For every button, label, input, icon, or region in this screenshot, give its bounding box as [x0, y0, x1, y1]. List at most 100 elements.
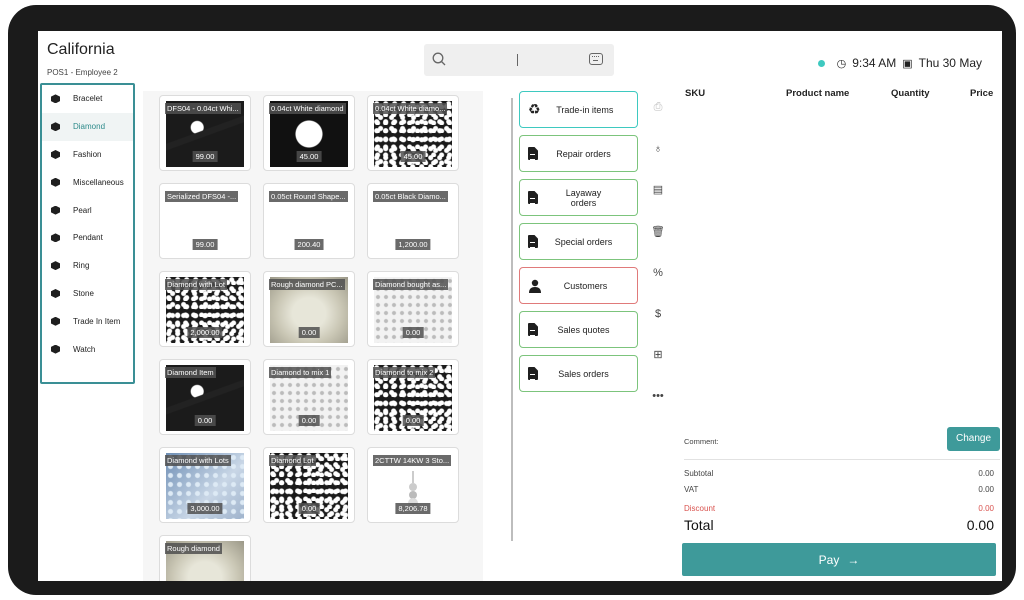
- product-price: 0.00: [298, 327, 320, 338]
- product-name: 0.05ct Round Shape...: [269, 191, 348, 202]
- category-label: Trade In Item: [73, 316, 121, 326]
- product-tile[interactable]: 0.05ct Round Shape... 200.40: [263, 183, 355, 259]
- product-tile[interactable]: 2CTTW 14KW 3 Sto... 8,206.78: [367, 447, 459, 523]
- recycle-icon: ♻: [528, 101, 541, 117]
- cube-icon: [51, 288, 60, 298]
- product-tile[interactable]: Diamond bought as... 0.00: [367, 271, 459, 347]
- category-item-ring[interactable]: Ring: [42, 252, 133, 280]
- product-tile[interactable]: Diamond Lot 0.00: [263, 447, 355, 523]
- product-tile[interactable]: Diamond to mix 2 0.00: [367, 359, 459, 435]
- product-name: 2CTTW 14KW 3 Sto...: [373, 455, 452, 466]
- subtotal-value: 0.00: [978, 469, 994, 478]
- product-tile[interactable]: 0.04ct White diamond 45.00: [263, 95, 355, 171]
- trade-in-items-button[interactable]: ♻ Trade-in items: [519, 91, 638, 128]
- category-item-trade-in-item[interactable]: Trade In Item: [42, 307, 133, 335]
- product-name: Serialized DFS04 -...: [165, 191, 239, 202]
- clock-icon: ◷: [836, 57, 847, 70]
- product-tile[interactable]: 0.04ct White diamo... 45.00: [367, 95, 459, 171]
- cube-icon: [51, 205, 60, 215]
- pos-screen: California POS1 - Employee 2 ◷ 9:34 AM ▣…: [38, 31, 1002, 581]
- product-name: Diamond with Lot: [165, 279, 227, 290]
- total-label: Total: [684, 517, 714, 533]
- online-status-dot: [817, 59, 825, 67]
- product-price: 0.00: [402, 327, 424, 338]
- product-tile[interactable]: 0.05ct Black Diamo... 1,200.00: [367, 183, 459, 259]
- device-frame: California POS1 - Employee 2 ◷ 9:34 AM ▣…: [8, 5, 1016, 595]
- product-price: 0.00: [298, 503, 320, 514]
- product-price: 8,206.78: [395, 503, 431, 514]
- category-item-fashion[interactable]: Fashion: [42, 141, 133, 169]
- customers-button[interactable]: Customers: [519, 267, 638, 304]
- column-price: Price: [970, 88, 994, 99]
- button-label: Sales orders: [558, 368, 609, 379]
- layaway-orders-button[interactable]: Layaway orders: [519, 179, 638, 216]
- button-label: Special orders: [554, 236, 613, 247]
- subtotal-label: Subtotal: [684, 469, 714, 478]
- coin-icon[interactable]: $: [650, 306, 666, 322]
- search-icon: [432, 52, 446, 66]
- product-price: 2,000.00: [187, 327, 223, 338]
- product-tile[interactable]: Diamond to mix 1 0.00: [263, 359, 355, 435]
- repair-orders-button[interactable]: Repair orders: [519, 135, 638, 172]
- product-name: Diamond Item: [165, 367, 216, 378]
- cube-icon: [51, 233, 60, 243]
- special-orders-button[interactable]: Special orders: [519, 223, 638, 260]
- product-tile[interactable]: Diamond with Lots 3,000.00: [159, 447, 251, 523]
- cube-icon: [51, 149, 60, 159]
- discount-row: Discount 0.00: [684, 504, 994, 513]
- product-tile[interactable]: Rough diamond: [159, 535, 251, 581]
- category-item-pearl[interactable]: Pearl: [42, 196, 133, 224]
- product-name: Rough diamond: [165, 543, 222, 554]
- product-price: 45.00: [400, 151, 426, 162]
- category-item-watch[interactable]: Watch: [42, 335, 133, 363]
- more-icon[interactable]: •••: [650, 388, 666, 404]
- button-label: Layaway orders: [565, 187, 602, 208]
- product-tile[interactable]: Diamond Item 0.00: [159, 359, 251, 435]
- vat-value: 0.00: [978, 485, 994, 494]
- date-text: Thu 30 May: [918, 56, 982, 70]
- panel-divider: [511, 98, 513, 541]
- category-item-bracelet[interactable]: Bracelet: [42, 85, 133, 113]
- status-bar: ◷ 9:34 AM ▣ Thu 30 May: [817, 56, 982, 70]
- category-item-miscellaneous[interactable]: Miscellaneous: [42, 168, 133, 196]
- product-price: 3,000.00: [187, 503, 223, 514]
- grid-icon[interactable]: ⊞: [650, 347, 666, 363]
- category-label: Diamond: [73, 122, 106, 132]
- user-icon[interactable]: ♁: [650, 141, 666, 157]
- percent-icon[interactable]: %: [650, 265, 666, 281]
- product-name: Rough diamond PC...: [269, 279, 345, 290]
- cube-icon: [51, 177, 60, 187]
- keyboard-icon[interactable]: ▤: [650, 182, 666, 198]
- column-sku: SKU: [685, 88, 706, 99]
- change-button[interactable]: Change: [947, 427, 1000, 451]
- quote-document-icon: [528, 323, 538, 336]
- category-label: Pearl: [73, 205, 92, 215]
- sales-quotes-button[interactable]: Sales quotes: [519, 311, 638, 348]
- print-icon[interactable]: ⎙: [650, 99, 666, 115]
- category-item-stone[interactable]: Stone: [42, 280, 133, 308]
- pay-button[interactable]: Pay →: [682, 543, 996, 576]
- text-cursor: [517, 54, 518, 66]
- product-tile[interactable]: Serialized DFS04 -... 99.00: [159, 183, 251, 259]
- vat-row: VAT 0.00: [684, 485, 994, 494]
- product-name: DFS04 - 0.04ct Whi...: [165, 103, 241, 114]
- user-icon: [529, 279, 541, 293]
- category-item-pendant[interactable]: Pendant: [42, 224, 133, 252]
- product-name: 0.05ct Black Diamo...: [373, 191, 448, 202]
- search-bar[interactable]: [424, 44, 614, 76]
- category-label: Ring: [73, 261, 90, 271]
- product-tile[interactable]: DFS04 - 0.04ct Whi... 99.00: [159, 95, 251, 171]
- category-item-diamond[interactable]: Diamond: [42, 112, 133, 141]
- product-tile[interactable]: Diamond with Lot 2,000.00: [159, 271, 251, 347]
- cube-icon: [51, 122, 60, 132]
- product-tile[interactable]: Rough diamond PC... 0.00: [263, 271, 355, 347]
- discount-value: 0.00: [978, 504, 994, 513]
- trash-icon[interactable]: 🗑: [650, 224, 666, 240]
- subtotal-row: Subtotal 0.00: [684, 469, 994, 478]
- document-icon: [528, 191, 538, 204]
- product-price: 99.00: [192, 239, 218, 250]
- sales-orders-button[interactable]: Sales orders: [519, 355, 638, 392]
- keyboard-icon[interactable]: [589, 53, 603, 65]
- store-title: California: [47, 41, 115, 58]
- category-sidebar: Bracelet Diamond Fashion Miscellaneous P…: [40, 83, 135, 384]
